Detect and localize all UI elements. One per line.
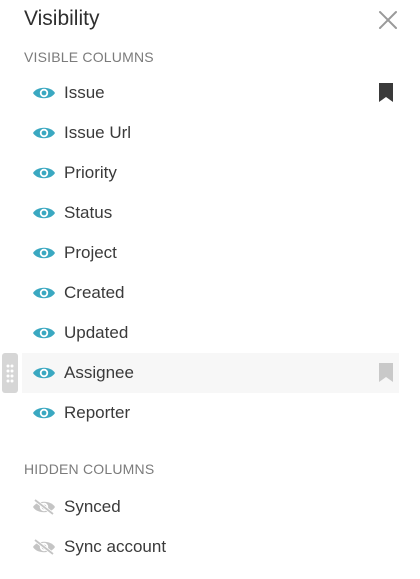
- eye-icon[interactable]: [32, 244, 56, 262]
- visible_columns-row[interactable]: Project: [22, 233, 399, 273]
- column-label: Assignee: [64, 363, 134, 382]
- bookmark-icon[interactable]: [378, 363, 394, 383]
- column-label: Project: [64, 243, 117, 262]
- hidden-columns-header: HIDDEN COLUMNS: [24, 461, 155, 477]
- panel-title: Visibility: [24, 7, 100, 30]
- eye-icon[interactable]: [32, 364, 56, 382]
- visibility-panel: Visibility VISIBLE COLUMNS Issue Issue Ur…: [0, 0, 420, 579]
- visible_columns-row[interactable]: Created: [22, 273, 399, 313]
- visible_columns-row[interactable]: Status: [22, 193, 399, 233]
- eye-off-icon[interactable]: [32, 538, 56, 556]
- eye-icon[interactable]: [32, 124, 56, 142]
- eye-icon[interactable]: [32, 204, 56, 222]
- eye-icon[interactable]: [32, 84, 56, 102]
- column-label: Priority: [64, 163, 117, 182]
- column-label: Status: [64, 203, 113, 222]
- eye-icon[interactable]: [32, 324, 56, 342]
- eye-icon[interactable]: [32, 164, 56, 182]
- visible_columns-row[interactable]: Issue: [22, 73, 399, 113]
- hidden_columns-row[interactable]: Synced: [22, 487, 399, 527]
- close-icon: [379, 11, 397, 29]
- column-label: Sync account: [64, 537, 167, 556]
- eye-icon[interactable]: [32, 404, 56, 422]
- column-label: Reporter: [64, 403, 131, 422]
- eye-icon[interactable]: [32, 284, 56, 302]
- hidden_columns-row[interactable]: Sync account: [22, 527, 399, 567]
- column-label: Synced: [64, 497, 121, 516]
- column-label: Updated: [64, 323, 129, 342]
- eye-off-icon[interactable]: [32, 498, 56, 516]
- column-label: Created: [64, 283, 125, 302]
- bookmark-icon[interactable]: [378, 83, 394, 103]
- visible_columns-row[interactable]: Reporter: [22, 393, 399, 433]
- close-button[interactable]: [374, 6, 402, 34]
- visible_columns-row[interactable]: Updated: [22, 313, 399, 353]
- visible_columns-row[interactable]: Issue Url: [22, 113, 399, 153]
- drag-handle[interactable]: [2, 353, 18, 393]
- visible_columns-row[interactable]: Assignee: [22, 353, 399, 393]
- column-label: Issue: [64, 83, 105, 102]
- column-label: Issue Url: [64, 123, 132, 142]
- visible_columns-row[interactable]: Priority: [22, 153, 399, 193]
- drag-grip-icon: [6, 364, 14, 383]
- visible-columns-header: VISIBLE COLUMNS: [24, 49, 154, 65]
